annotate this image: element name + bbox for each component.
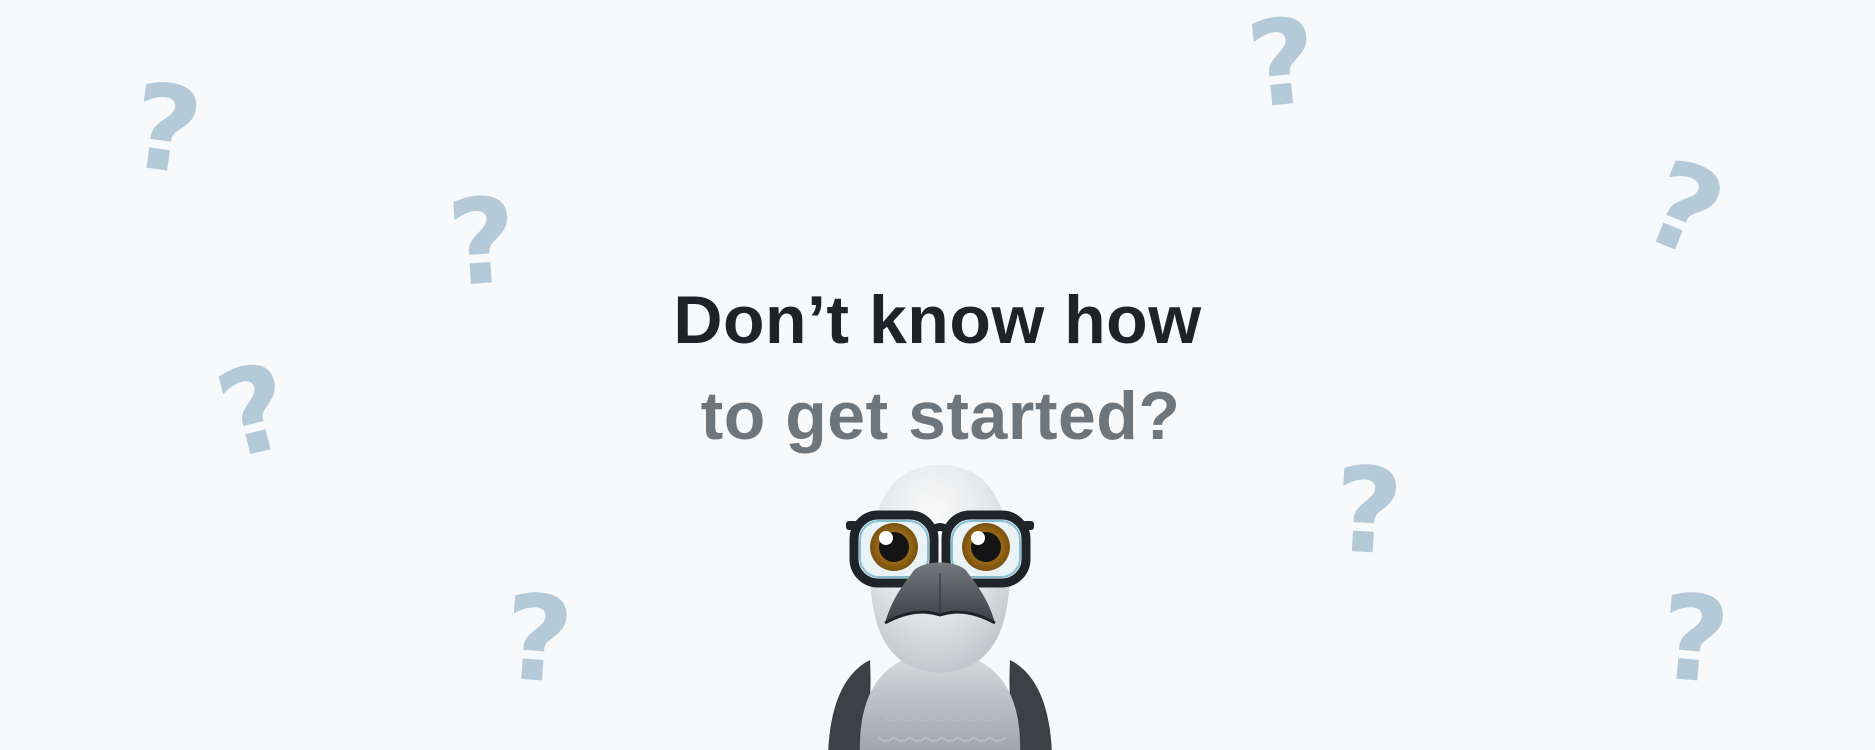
bird-with-glasses-icon (828, 465, 1052, 750)
question-mark-icon: ? (1626, 132, 1742, 286)
empty-state-banner: ? ? ? ? ? ? ? ? Don’t know how to get st… (0, 0, 1875, 750)
headline: Don’t know how to get started? (0, 272, 1875, 464)
question-mark-icon: ? (499, 567, 578, 711)
question-mark-icon: ? (1330, 440, 1407, 582)
question-mark-icon: ? (1240, 0, 1324, 136)
headline-line-1: Don’t know how (673, 281, 1202, 358)
headline-line-2: to get started? (700, 377, 1181, 454)
question-mark-icon: ? (122, 55, 210, 203)
question-mark-icon: ? (1654, 567, 1735, 711)
